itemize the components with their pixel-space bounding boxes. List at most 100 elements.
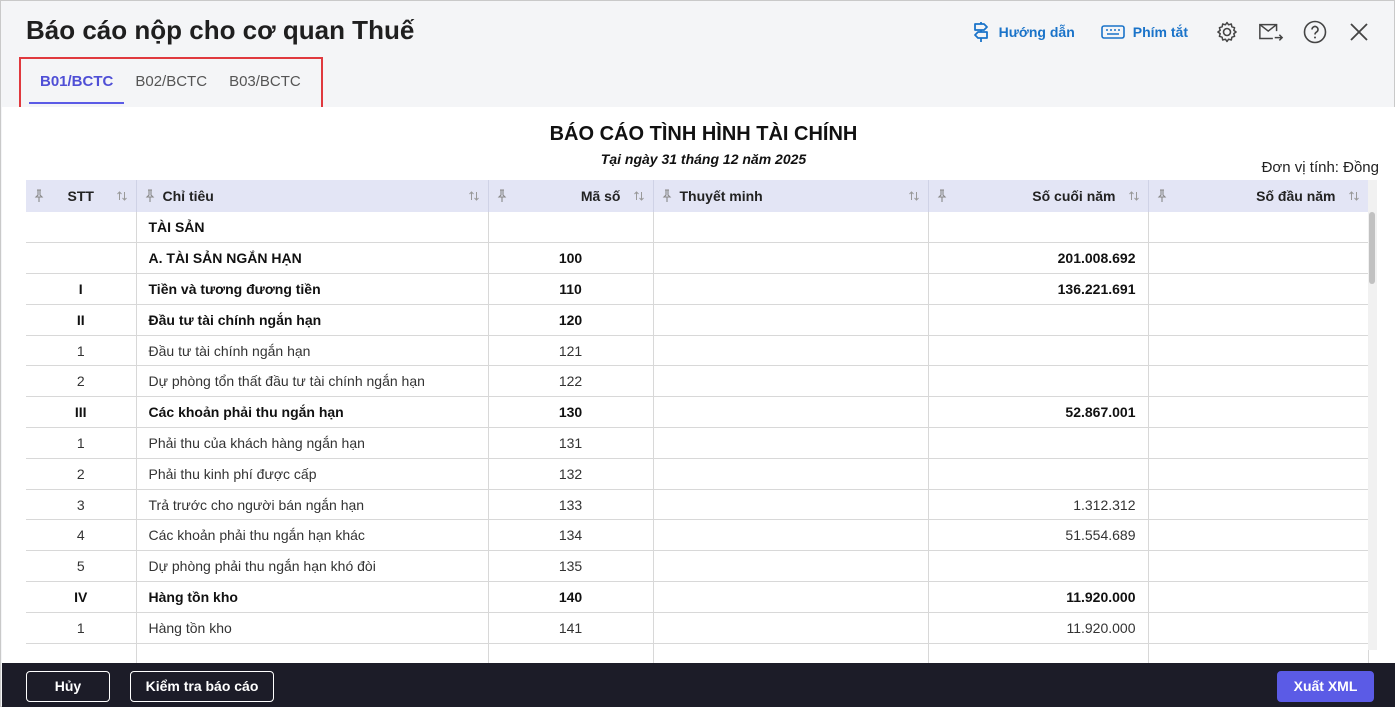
cell-chi-tieu: Dự phòng tổn thất đầu tư tài chính ngắn … — [136, 365, 489, 398]
cell-chi-tieu: Đầu tư tài chính ngắn hạn — [136, 335, 489, 367]
cell-stt: 1 — [26, 612, 137, 644]
pin-icon[interactable] — [937, 189, 947, 203]
column-header-thuyet-minh[interactable]: Thuyết minh — [653, 180, 929, 212]
settings-button[interactable] — [1214, 19, 1240, 45]
keyboard-icon — [1100, 25, 1125, 39]
cell-thuyet-minh — [653, 519, 929, 552]
sort-icon[interactable] — [1128, 190, 1140, 202]
sort-icon[interactable] — [1348, 190, 1360, 202]
cell-thuyet-minh — [653, 273, 929, 305]
table-row[interactable] — [26, 643, 1369, 663]
table-row[interactable]: II Đầu tư tài chính ngắn hạn 120 — [26, 304, 1369, 336]
guide-link[interactable]: Hướng dẫn — [971, 21, 1075, 43]
cell-stt: II — [26, 304, 137, 336]
cell-so-dau-nam — [1148, 458, 1369, 490]
header-toolbar: Hướng dẫn Phím tắt — [971, 17, 1372, 47]
column-label: STT — [67, 188, 94, 204]
cell-so-cuoi-nam: 52.867.001 — [928, 396, 1149, 429]
report-title: BÁO CÁO TÌNH HÌNH TÀI CHÍNH — [549, 123, 858, 145]
cell-so-dau-nam — [1148, 212, 1369, 244]
pin-icon[interactable] — [145, 189, 155, 203]
cell-stt: IV — [26, 581, 137, 613]
table-row[interactable]: I Tiền và tương đương tiền 110 136.221.691 — [26, 273, 1369, 305]
cell-stt: III — [26, 396, 137, 429]
table-row[interactable]: 1 Phải thu của khách hàng ngắn hạn 131 — [26, 427, 1369, 459]
cell-chi-tieu: Tiền và tương đương tiền — [136, 273, 489, 305]
cell-so-cuoi-nam: 201.008.692 — [928, 242, 1149, 275]
help-button[interactable] — [1302, 19, 1328, 45]
table-row[interactable]: 2 Dự phòng tổn thất đầu tư tài chính ngắn… — [26, 365, 1369, 398]
cell-stt: 4 — [26, 519, 137, 552]
close-icon — [1350, 23, 1368, 41]
cell-stt — [26, 242, 137, 275]
pin-icon[interactable] — [497, 189, 507, 203]
table-row[interactable]: 1 Hàng tồn kho 141 11.920.000 — [26, 612, 1369, 644]
cell-thuyet-minh — [653, 427, 929, 459]
cell-thuyet-minh — [653, 335, 929, 367]
cell-thuyet-minh — [653, 489, 929, 521]
column-label: Số cuối năm — [1032, 188, 1116, 204]
column-header-chi-tieu[interactable]: Chỉ tiêu — [136, 180, 489, 212]
cell-ma-so: 140 — [488, 581, 654, 613]
tab-b01[interactable]: B01/BCTC — [29, 63, 125, 104]
cell-chi-tieu: Đầu tư tài chính ngắn hạn — [136, 304, 489, 336]
table-row[interactable]: A. TÀI SẢN NGẮN HẠN 100 201.008.692 — [26, 242, 1369, 275]
dialog-title: Báo cáo nộp cho cơ quan Thuế — [26, 15, 415, 45]
help-icon — [1303, 20, 1327, 44]
table-row[interactable]: 3 Trả trước cho người bán ngắn hạn 133 1.31… — [26, 489, 1369, 521]
table-row[interactable]: 5 Dự phòng phải thu ngắn hạn khó đòi 135 — [26, 550, 1369, 583]
vertical-scrollbar[interactable] — [1368, 180, 1377, 650]
cell-chi-tieu: Phải thu của khách hàng ngắn hạn — [136, 427, 489, 459]
settings-icon — [1217, 21, 1237, 43]
table-row[interactable]: 1 Đầu tư tài chính ngắn hạn 121 — [26, 335, 1369, 367]
table-row[interactable]: III Các khoản phải thu ngắn hạn 130 52.867.… — [26, 396, 1369, 429]
cancel-button[interactable]: Hủy — [26, 671, 110, 702]
cell-ma-so: 100 — [488, 242, 654, 275]
send-mail-button[interactable] — [1258, 19, 1284, 45]
scrollbar-thumb[interactable] — [1369, 212, 1375, 284]
tab-b02[interactable]: B02/BCTC — [124, 63, 218, 104]
column-header-so-dau-nam[interactable]: Số đầu năm — [1148, 180, 1369, 212]
close-button[interactable] — [1346, 19, 1372, 45]
cell-stt: 2 — [26, 365, 137, 398]
check-report-button[interactable]: Kiểm tra báo cáo — [130, 671, 274, 702]
table-row[interactable]: TÀI SẢN — [26, 212, 1369, 244]
cell-so-dau-nam — [1148, 519, 1369, 552]
cell-ma-so: 132 — [488, 458, 654, 490]
cell-thuyet-minh — [653, 581, 929, 613]
column-label: Chỉ tiêu — [162, 188, 214, 204]
cell-so-cuoi-nam: 51.554.689 — [928, 519, 1149, 552]
pin-icon[interactable] — [34, 189, 44, 203]
table-row[interactable]: 4 Các khoản phải thu ngắn hạn khác 134 51.5… — [26, 519, 1369, 552]
cell-ma-so: 122 — [488, 365, 654, 398]
cell-stt: 1 — [26, 335, 137, 367]
signpost-icon — [973, 22, 988, 42]
cell-thuyet-minh — [653, 212, 929, 244]
shortcut-link[interactable]: Phím tắt — [1100, 24, 1188, 40]
sort-icon[interactable] — [468, 190, 480, 202]
cell-so-dau-nam — [1148, 550, 1369, 583]
column-header-stt[interactable]: STT — [26, 180, 137, 212]
table-row[interactable]: 2 Phải thu kinh phí được cấp 132 — [26, 458, 1369, 490]
pin-icon[interactable] — [1157, 189, 1167, 203]
cell-so-cuoi-nam — [928, 550, 1149, 583]
column-header-so-cuoi-nam[interactable]: Số cuối năm — [928, 180, 1149, 212]
sort-icon[interactable] — [116, 190, 128, 202]
cell-so-cuoi-nam: 1.312.312 — [928, 489, 1149, 521]
cell-chi-tieu: Dự phòng phải thu ngắn hạn khó đòi — [136, 550, 489, 583]
cell-thuyet-minh — [653, 612, 929, 644]
cell-stt: 5 — [26, 550, 137, 583]
cell-chi-tieu: Hàng tồn kho — [136, 612, 489, 644]
tab-b03[interactable]: B03/BCTC — [218, 63, 312, 104]
export-xml-button[interactable]: Xuất XML — [1277, 671, 1374, 702]
dialog-footer: Hủy Kiểm tra báo cáo Xuất XML — [2, 663, 1395, 707]
pin-icon[interactable] — [662, 189, 672, 203]
cell-chi-tieu: Phải thu kinh phí được cấp — [136, 458, 489, 490]
sort-icon[interactable] — [633, 190, 645, 202]
table-row[interactable]: IV Hàng tồn kho 140 11.920.000 — [26, 581, 1369, 613]
sort-icon[interactable] — [908, 190, 920, 202]
column-header-ma-so[interactable]: Mã số — [488, 180, 654, 212]
cell-chi-tieu: TÀI SẢN — [136, 212, 489, 244]
cell-ma-so — [488, 212, 654, 244]
cell-ma-so: 135 — [488, 550, 654, 583]
